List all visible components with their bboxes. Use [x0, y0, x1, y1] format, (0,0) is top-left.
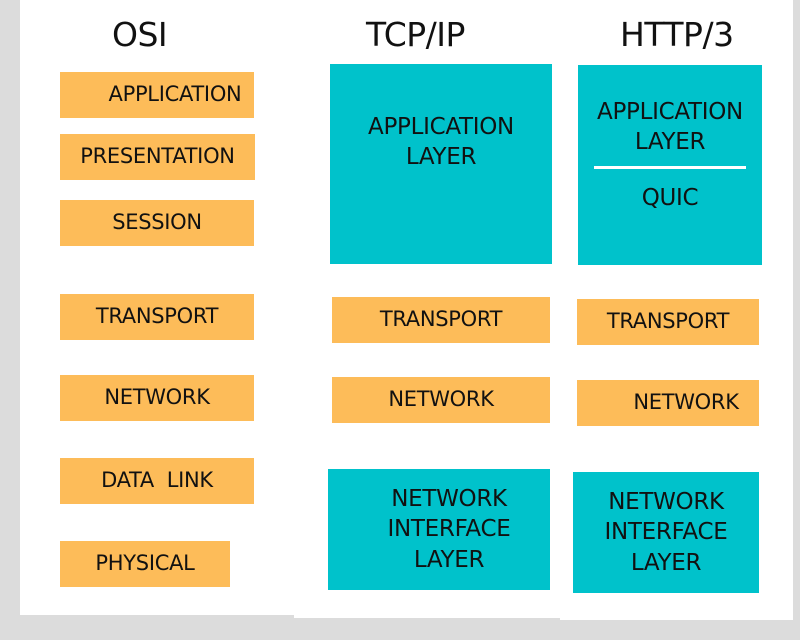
- osi-title: OSI: [112, 15, 168, 54]
- tcpip-layer-label: LAYER: [413, 546, 485, 573]
- http3-layer-application-quic: APPLICATION LAYER QUIC: [578, 65, 762, 265]
- application-quic-divider: [594, 165, 746, 169]
- osi-layer-label: NETWORK: [104, 385, 210, 410]
- tcpip-layer-application: APPLICATION LAYER: [330, 64, 552, 264]
- http3-layer-label: NETWORK: [608, 488, 724, 515]
- tcpip-layer-label: TRANSPORT: [379, 307, 503, 332]
- http3-layer-label: INTERFACE: [604, 519, 728, 546]
- osi-layer-label: PRESENTATION: [80, 144, 235, 169]
- osi-layer-application: APPLICATION: [60, 72, 254, 118]
- http3-quic-label: QUIC: [641, 184, 699, 211]
- osi-layer-network: NETWORK: [60, 375, 254, 421]
- osi-layer-label: SESSION: [112, 210, 202, 235]
- http3-layer-label: LAYER: [634, 129, 706, 156]
- http3-layer-label: APPLICATION: [597, 99, 743, 125]
- http3-layer-transport: TRANSPORT: [577, 299, 759, 345]
- osi-layer-session: SESSION: [60, 200, 254, 246]
- tcpip-layer-transport: TRANSPORT: [332, 297, 550, 343]
- osi-layer-label: APPLICATION: [108, 82, 242, 107]
- osi-layer-transport: TRANSPORT: [60, 294, 254, 340]
- osi-layer-data-link: DATA LINK: [60, 458, 254, 504]
- tcpip-layer-label: NETWORK: [388, 387, 494, 412]
- http3-layer-network-interface: NETWORK INTERFACE LAYER: [573, 472, 759, 593]
- http3-layer-label: NETWORK: [633, 390, 739, 415]
- http3-layer-label: LAYER: [630, 549, 702, 576]
- osi-layer-label: DATA LINK: [101, 468, 213, 493]
- tcpip-layer-label: NETWORK: [391, 485, 507, 512]
- tcpip-layer-network-interface: NETWORK INTERFACE LAYER: [328, 469, 550, 590]
- http3-title: HTTP/3: [620, 15, 734, 54]
- tcpip-title: TCP/IP: [366, 15, 465, 54]
- osi-layer-physical: PHYSICAL: [60, 541, 230, 587]
- tcpip-layer-label: APPLICATION: [368, 114, 514, 140]
- osi-layer-presentation: PRESENTATION: [60, 134, 255, 180]
- http3-layer-network: NETWORK: [577, 380, 759, 426]
- tcpip-layer-network: NETWORK: [332, 377, 550, 423]
- tcpip-layer-label: INTERFACE: [387, 516, 511, 543]
- tcpip-layer-label: LAYER: [405, 144, 477, 171]
- osi-layer-label: PHYSICAL: [95, 551, 195, 576]
- osi-layer-label: TRANSPORT: [95, 304, 219, 329]
- http3-layer-label: TRANSPORT: [606, 309, 730, 334]
